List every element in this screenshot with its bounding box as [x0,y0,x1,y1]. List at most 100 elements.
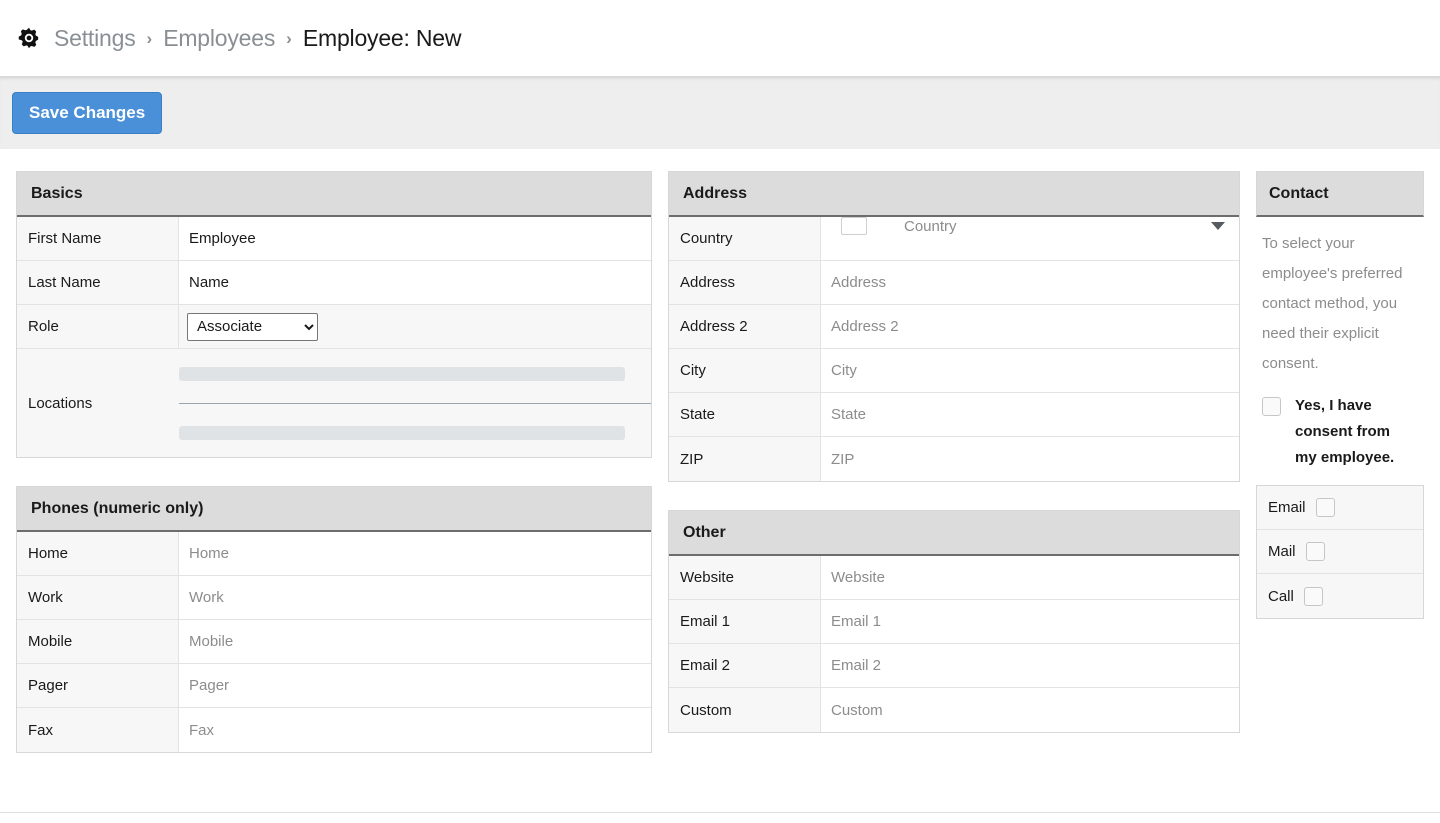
field-label-custom: Custom [669,688,821,732]
city-input[interactable]: City [821,349,1239,392]
contact-method-row-email[interactable]: Email [1257,486,1423,530]
field-label-last-name: Last Name [17,261,179,304]
breadcrumb-separator: › [146,28,153,48]
column-right: Contact To select your employee's prefer… [1256,171,1424,647]
consent-checkbox-label: Yes, I have consent from my employee. [1295,397,1395,466]
employee-form: Basics First Name Employee Last Name Nam… [0,149,1440,781]
gear-icon[interactable] [18,27,40,49]
field-label-city: City [669,349,821,392]
field-row-zip: ZIP ZIP [669,437,1239,481]
field-label-phone-work: Work [17,576,179,619]
last-name-input[interactable]: Name [179,261,651,304]
panel-contact-title: Contact [1256,171,1424,217]
field-row-phone-work: Work Work [17,576,651,620]
address-input[interactable]: Address [821,261,1239,304]
contact-method-label-call: Call [1268,587,1294,605]
phone-mobile-input[interactable]: Mobile [179,620,651,663]
role-select[interactable]: Associate [187,312,318,341]
panel-address: Address Country Country Address Address … [668,171,1240,482]
state-input[interactable]: State [821,393,1239,436]
field-label-email-2: Email 2 [669,644,821,687]
phone-work-input[interactable]: Work [179,576,651,619]
chevron-down-icon[interactable] [1211,222,1225,230]
contact-method-list: Email Mail Call [1256,485,1424,619]
consent-checkbox[interactable] [1262,397,1281,416]
email-2-input[interactable]: Email 2 [821,644,1239,687]
field-row-phone-fax: Fax Fax [17,708,651,752]
field-label-email-1: Email 1 [669,600,821,643]
field-row-locations: Locations [17,349,651,457]
panel-phones: Phones (numeric only) Home Home Work Wor… [16,486,652,753]
panel-basics: Basics First Name Employee Last Name Nam… [16,171,652,458]
field-label-phone-pager: Pager [17,664,179,707]
field-label-website: Website [669,556,821,599]
field-row-website: Website Website [669,556,1239,600]
field-row-state: State State [669,393,1239,437]
field-row-email-2: Email 2 Email 2 [669,644,1239,688]
field-label-locations: Locations [17,349,179,457]
field-row-address-2: Address 2 Address 2 [669,305,1239,349]
panel-basics-title: Basics [17,172,651,217]
contact-consent-note: To select your employee's preferred cont… [1262,235,1403,372]
contact-method-row-mail[interactable]: Mail [1257,530,1423,574]
field-row-phone-pager: Pager Pager [17,664,651,708]
field-row-country: Country Country [669,217,1239,261]
phone-fax-input[interactable]: Fax [179,708,651,752]
address-2-input[interactable]: Address 2 [821,305,1239,348]
flag-placeholder-icon [841,217,867,235]
consent-checkbox-row[interactable]: Yes, I have consent from my employee. [1256,389,1424,485]
field-label-address-2: Address 2 [669,305,821,348]
locations-divider [179,402,651,404]
save-changes-button[interactable]: Save Changes [12,92,163,134]
website-input[interactable]: Website [821,556,1239,599]
field-label-role: Role [17,305,179,348]
zip-input[interactable]: ZIP [821,437,1239,481]
field-label-phone-fax: Fax [17,708,179,752]
first-name-input[interactable]: Employee [179,217,651,260]
locations-picker[interactable] [179,349,651,457]
field-label-address: Address [669,261,821,304]
field-row-city: City City [669,349,1239,393]
contact-method-label-mail: Mail [1268,543,1296,560]
contact-method-checkbox-mail[interactable] [1305,542,1325,561]
field-row-first-name: First Name Employee [17,217,651,261]
action-toolbar: Save Changes [0,76,1440,149]
contact-method-checkbox-call[interactable] [1303,586,1323,606]
field-row-custom: Custom Custom [669,688,1239,732]
breadcrumb-separator: › [286,28,292,48]
panel-contact: Contact To select your employee's prefer… [1256,171,1424,619]
country-select[interactable]: Country [821,217,1239,235]
panel-other: Other Website Website Email 1 Email 1 Em… [668,510,1240,733]
custom-input[interactable]: Custom [821,688,1239,732]
breadcrumb: Settings › Employees › Employee: New [0,0,1440,76]
panel-phones-title: Phones (numeric only) [17,487,651,532]
contact-method-label-email: Email [1268,499,1306,516]
column-middle: Address Country Country Address Address … [668,171,1240,761]
field-row-address: Address Address [669,261,1239,305]
locations-placeholder-bar [179,425,625,440]
phone-home-input[interactable]: Home [179,532,651,575]
breadcrumb-item-settings[interactable]: Settings [54,25,136,52]
field-row-phone-home: Home Home [17,532,651,576]
column-left: Basics First Name Employee Last Name Nam… [16,171,652,781]
contact-method-checkbox-email[interactable] [1315,498,1335,517]
panel-other-title: Other [669,511,1239,556]
country-value: Country [904,217,957,235]
panel-address-title: Address [669,172,1239,217]
locations-placeholder-bar [179,366,625,381]
breadcrumb-item-current: Employee: New [302,24,462,51]
phone-pager-input[interactable]: Pager [179,664,651,707]
breadcrumb-item-employees[interactable]: Employees [163,25,275,52]
field-label-first-name: First Name [17,217,179,260]
contact-method-row-call[interactable]: Call [1257,574,1423,618]
field-row-email-1: Email 1 Email 1 [669,600,1239,644]
field-label-zip: ZIP [669,437,821,481]
field-row-phone-mobile: Mobile Mobile [17,620,651,664]
field-label-country: Country [669,217,821,260]
field-label-phone-home: Home [17,532,179,575]
field-label-state: State [669,393,821,436]
email-1-input[interactable]: Email 1 [821,600,1239,643]
field-row-last-name: Last Name Name [17,261,651,305]
page-bottom-divider [0,812,1440,813]
field-label-phone-mobile: Mobile [17,620,179,663]
